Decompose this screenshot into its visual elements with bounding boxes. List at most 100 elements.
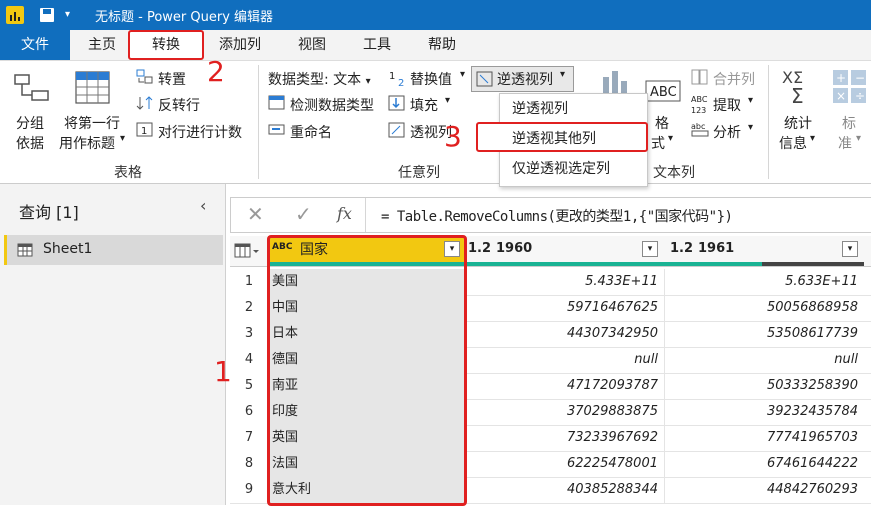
cell-1960[interactable]: 37029883875 [464, 399, 664, 425]
group-by-icon [14, 74, 49, 101]
svg-text:×: × [836, 89, 846, 103]
row-number[interactable]: 7 [230, 425, 268, 451]
save-icon[interactable] [40, 8, 54, 22]
tab-transform[interactable]: 转换 [128, 30, 204, 60]
standard-label-2: 准 [838, 136, 852, 152]
row-number[interactable]: 8 [230, 451, 268, 477]
row-number[interactable]: 6 [230, 399, 268, 425]
collapse-panel-icon[interactable]: ‹ [200, 196, 206, 215]
fill-down-icon [388, 95, 405, 111]
unpivot-dropdown-menu: 逆透视列 逆透视其他列 仅逆透视选定列 [476, 93, 648, 187]
text-abc-icon: ABC [645, 80, 681, 102]
cell-1960[interactable]: 62225478001 [464, 451, 664, 477]
cell-1960[interactable]: 47172093787 [464, 373, 664, 399]
cell-1960[interactable]: 73233967692 [464, 425, 664, 451]
cancel-formula-icon[interactable]: ✕ [247, 202, 264, 226]
cell-1961[interactable]: 50333258390 [664, 373, 864, 399]
formula-input[interactable]: = Table.RemoveColumns(更改的类型1,{"国家代码"}) [381, 206, 733, 226]
first-row-label-1: 将第一行 [64, 116, 120, 132]
cell-1961[interactable]: null [664, 347, 864, 373]
filter-dropdown-icon[interactable]: ▾ [842, 241, 858, 257]
menu-item-unpivot-columns[interactable]: 逆透视列 [500, 94, 647, 124]
filter-dropdown-icon[interactable]: ▾ [642, 241, 658, 257]
row-number[interactable]: 1 [230, 269, 268, 295]
extract-label: 提取 [713, 98, 741, 114]
parse-icon: abc [691, 122, 709, 137]
fill-label: 填充 [410, 98, 438, 114]
decimal-type-icon[interactable]: 1.2 [468, 241, 491, 256]
cell-1961[interactable]: 50056868958 [664, 295, 864, 321]
cell-1961[interactable]: 39232435784 [664, 399, 864, 425]
menu-item-unpivot-other-columns[interactable]: 逆透视其他列 [476, 122, 648, 152]
standard-label-1: 标 [842, 116, 856, 132]
unpivot-label: 逆透视列 [497, 72, 553, 88]
extract-abc-123-icon: ABC 123 [691, 95, 708, 115]
table-menu-icon[interactable] [234, 243, 260, 263]
pivot-icon [388, 122, 405, 138]
data-type-dropdown[interactable]: 数据类型: 文本 ▾ [268, 69, 371, 89]
cell-1960[interactable]: 59716467625 [464, 295, 664, 321]
svg-text:−: − [855, 71, 865, 85]
cell-1960[interactable]: null [464, 347, 664, 373]
svg-text:+: + [836, 71, 846, 85]
row-number[interactable]: 4 [230, 347, 268, 373]
group-by-label-2: 依据 [16, 136, 44, 152]
group-label-table: 表格 [114, 165, 142, 181]
quick-access-caret-icon[interactable]: ▾ [65, 9, 70, 20]
column-header-1960[interactable]: 1.2 1960 ▾ [464, 236, 664, 262]
window-title: 无标题 - Power Query 编辑器 [95, 10, 274, 25]
chevron-down-icon: ▾ [460, 69, 466, 80]
tab-help[interactable]: 帮助 [417, 30, 467, 60]
decimal-type-icon[interactable]: 1.2 [670, 241, 693, 256]
rename-icon [268, 124, 285, 135]
svg-text:2: 2 [398, 78, 404, 87]
group-label-text-column: 文本列 [653, 165, 695, 181]
chevron-down-icon: ▾ [810, 133, 816, 144]
title-bar: ▾ 无标题 - Power Query 编辑器 [0, 0, 871, 30]
statistics-sigma-icon: XΣΣ [782, 69, 804, 107]
confirm-formula-icon[interactable]: ✓ [295, 202, 312, 226]
cell-1960[interactable]: 40385288344 [464, 477, 664, 503]
detect-data-type-label: 检测数据类型 [290, 98, 374, 114]
tab-file[interactable]: 文件 [0, 30, 70, 60]
unpivot-icon [476, 71, 493, 87]
row-number[interactable]: 9 [230, 477, 268, 503]
row-number[interactable]: 5 [230, 373, 268, 399]
transpose-icon [136, 69, 153, 84]
menu-item-unpivot-selected-columns[interactable]: 仅逆透视选定列 [500, 154, 647, 184]
cell-1961[interactable]: 5.633E+11 [664, 269, 864, 295]
cell-1961[interactable]: 53508617739 [664, 321, 864, 347]
format-label-1: 格 [655, 116, 669, 132]
formula-bar: ✕ ✓ fx = Table.RemoveColumns(更改的类型1,{"国家… [230, 197, 871, 233]
cell-1960[interactable]: 44307342950 [464, 321, 664, 347]
unpivot-columns-button[interactable]: 逆透视列 ▾ [471, 66, 574, 92]
tab-home[interactable]: 主页 [78, 30, 126, 60]
column-name: 1961 [698, 241, 735, 256]
reverse-rows-label: 反转行 [158, 98, 200, 114]
svg-text:abc: abc [691, 122, 705, 131]
column-quality-bar [664, 262, 762, 266]
svg-text:ABC: ABC [691, 95, 708, 104]
queries-panel: 查询 [1] ‹ Sheet1 [0, 184, 226, 505]
first-row-label-2: 用作标题 [59, 136, 115, 152]
chevron-down-icon: ▾ [856, 133, 862, 144]
chevron-down-icon[interactable]: ▾ [560, 69, 565, 80]
cell-1961[interactable]: 77741965703 [664, 425, 864, 451]
row-number[interactable]: 3 [230, 321, 268, 347]
cell-1961[interactable]: 44842760293 [664, 477, 864, 503]
data-type-label: 数据类型: 文本 [268, 72, 362, 88]
annotation-box-country-column [267, 235, 467, 506]
row-number[interactable]: 2 [230, 295, 268, 321]
reverse-rows-icon [136, 96, 153, 110]
fx-icon[interactable]: fx [337, 204, 352, 223]
statistics-label-2: 信息 [779, 136, 807, 152]
group-label-any-column: 任意列 [398, 165, 440, 181]
chevron-down-icon: ▾ [445, 95, 451, 106]
column-header-1961[interactable]: 1.2 1961 ▾ [666, 236, 866, 262]
cell-1961[interactable]: 67461644222 [664, 451, 864, 477]
tab-tools[interactable]: 工具 [352, 30, 402, 60]
query-item-sheet1[interactable]: Sheet1 [4, 235, 223, 265]
cell-1960[interactable]: 5.433E+11 [464, 269, 664, 295]
replace-values-label: 替换值 [410, 72, 452, 88]
tab-view[interactable]: 视图 [287, 30, 337, 60]
